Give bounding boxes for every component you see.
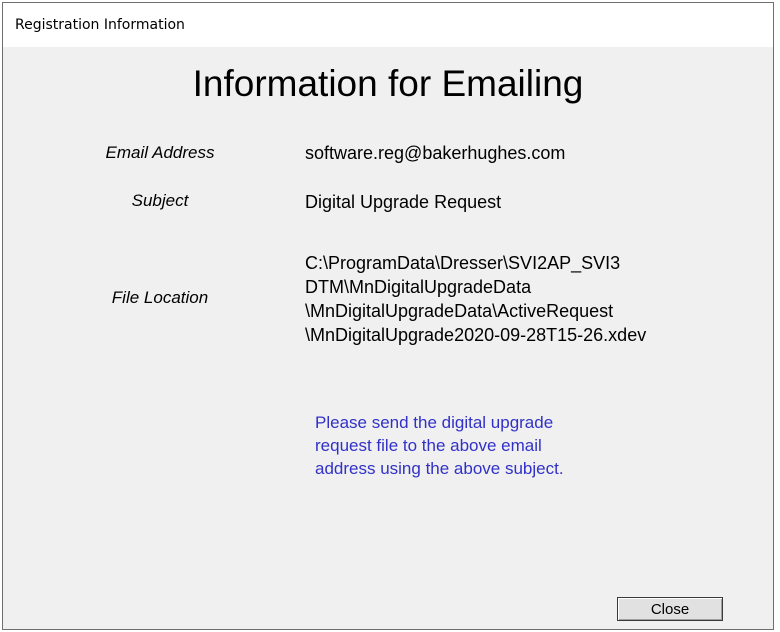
file-location-line: \MnDigitalUpgradeData\ActiveRequest [305, 301, 614, 321]
file-location-label: File Location [111, 288, 209, 307]
close-button[interactable]: Close [617, 597, 723, 621]
instruction-line: address using the above subject. [315, 459, 564, 478]
subject-value: Digital Upgrade Request [305, 192, 502, 212]
email-label: Email Address [105, 143, 215, 162]
instruction-note: Please send the digital upgrade request … [315, 411, 564, 480]
email-value: software.reg@bakerhughes.com [305, 143, 566, 163]
file-location-line: \MnDigitalUpgrade2020-09-28T15-26.xdev [305, 325, 647, 345]
file-location-line: C:\ProgramData\Dresser\SVI2AP_SVI3 [305, 253, 621, 273]
instruction-line: request file to the above email [315, 436, 542, 455]
title-bar: Registration Information [3, 3, 773, 47]
file-location-line: DTM\MnDigitalUpgradeData [305, 277, 532, 297]
window-title: Registration Information [15, 17, 185, 33]
registration-dialog: Registration Information Information for… [2, 2, 774, 630]
page-title: Information for Emailing [192, 63, 584, 104]
subject-label: Subject [131, 191, 189, 210]
instruction-line: Please send the digital upgrade [315, 413, 554, 432]
file-location-value: C:\ProgramData\Dresser\SVI2AP_SVI3 DTM\M… [305, 251, 646, 347]
